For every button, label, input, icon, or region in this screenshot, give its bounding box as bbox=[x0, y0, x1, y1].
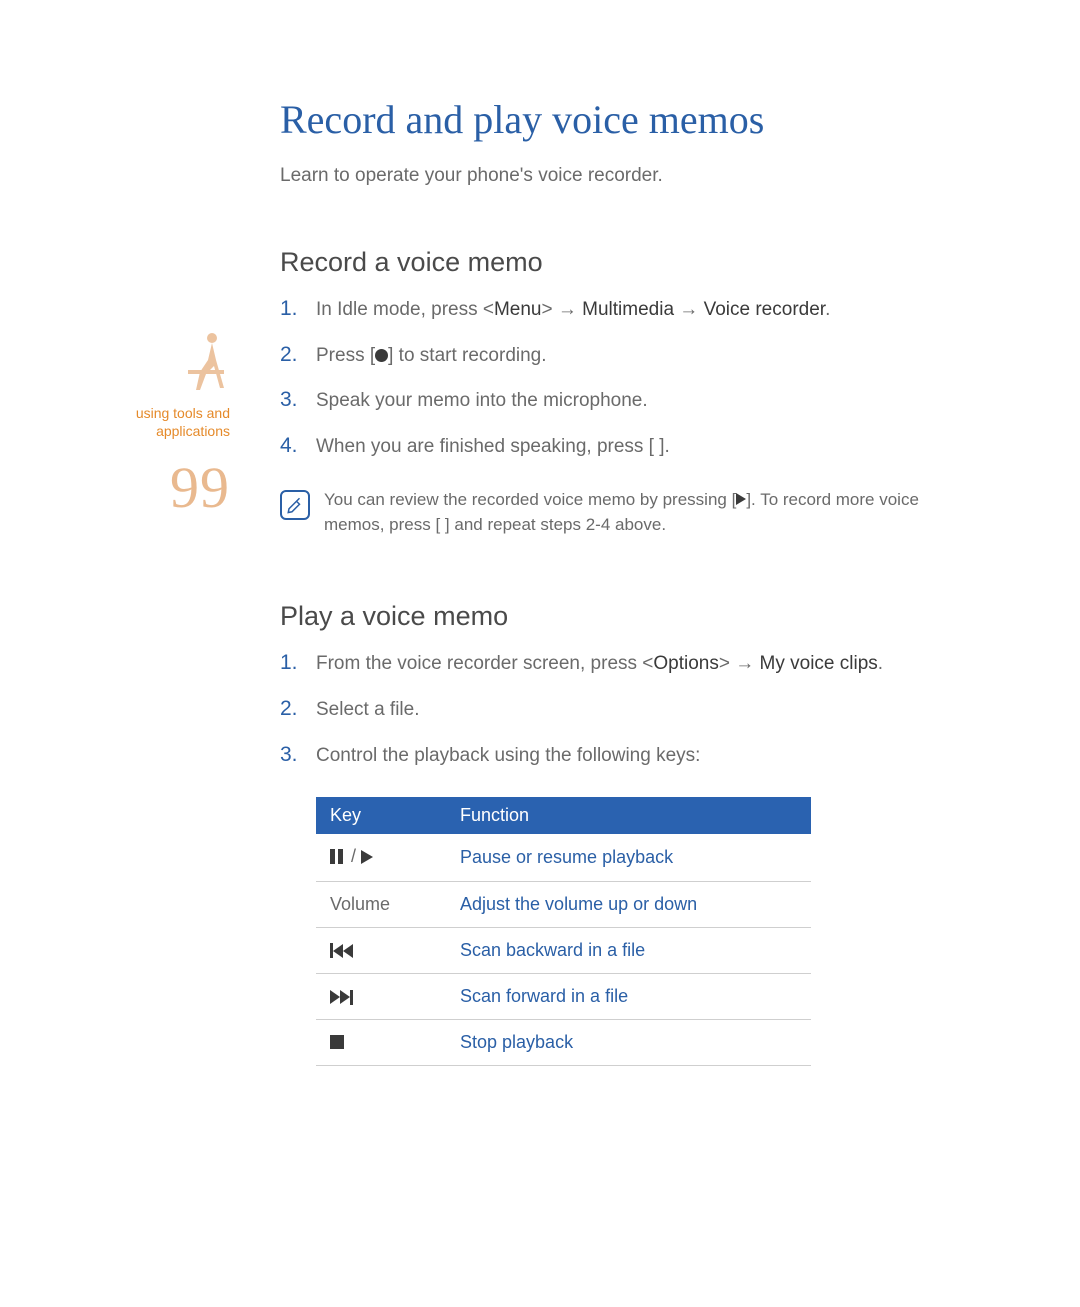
function-cell: Scan forward in a file bbox=[446, 974, 811, 1020]
play-steps: 1. From the voice recorder screen, press… bbox=[280, 650, 980, 769]
record-step-4: 4. When you are finished speaking, press… bbox=[280, 433, 980, 461]
page-title: Record and play voice memos bbox=[280, 96, 980, 143]
play-step-2: 2. Select a file. bbox=[280, 696, 980, 724]
options-key: Options bbox=[653, 653, 718, 674]
pause-icon bbox=[330, 848, 346, 869]
step-number: 2. bbox=[280, 340, 298, 370]
playback-keys-table: Key Function / Pause or resume playback … bbox=[316, 797, 811, 1066]
note-box: You can review the recorded voice memo b… bbox=[280, 488, 980, 537]
section-label-line2: applications bbox=[156, 423, 230, 439]
table-row: / Pause or resume playback bbox=[316, 834, 811, 882]
play-icon bbox=[361, 850, 373, 864]
intro-text: Learn to operate your phone's voice reco… bbox=[280, 165, 980, 187]
stop-icon bbox=[330, 1035, 344, 1049]
text: ] to start recording. bbox=[388, 345, 546, 366]
play-step-3: 3. Control the playback using the follow… bbox=[280, 742, 980, 770]
sitting-figure-icon bbox=[182, 330, 230, 394]
my-voice-clips-key: My voice clips bbox=[760, 653, 878, 674]
key-cell bbox=[316, 974, 446, 1020]
step-number: 3. bbox=[280, 740, 298, 770]
record-steps: 1. In Idle mode, press <Menu> → Multimed… bbox=[280, 296, 980, 460]
text: Select a file. bbox=[316, 699, 420, 720]
record-circle-icon bbox=[375, 349, 388, 362]
page-number: 99 bbox=[70, 454, 230, 521]
text: When you are finished speaking, press [ … bbox=[316, 436, 670, 457]
table-row: Stop playback bbox=[316, 1020, 811, 1066]
key-cell: / bbox=[316, 834, 446, 882]
step-number: 1. bbox=[280, 294, 298, 324]
text: In Idle mode, press < bbox=[316, 299, 494, 320]
record-step-2: 2. Press [ ] to start recording. bbox=[280, 342, 980, 370]
key-cell bbox=[316, 928, 446, 974]
multimedia-key: Multimedia bbox=[582, 299, 674, 320]
play-step-1: 1. From the voice recorder screen, press… bbox=[280, 650, 980, 678]
text: Control the playback using the following… bbox=[316, 745, 700, 766]
text: Speak your memo into the microphone. bbox=[316, 390, 648, 411]
table-row: Scan forward in a file bbox=[316, 974, 811, 1020]
step-number: 1. bbox=[280, 648, 298, 678]
text: . bbox=[825, 299, 830, 320]
main-content: Record and play voice memos Learn to ope… bbox=[280, 96, 980, 1066]
section-label-line1: using tools and bbox=[136, 405, 230, 421]
function-cell: Adjust the volume up or down bbox=[446, 882, 811, 928]
function-cell: Stop playback bbox=[446, 1020, 811, 1066]
text: Press [ bbox=[316, 345, 375, 366]
section-play-heading: Play a voice memo bbox=[280, 601, 980, 632]
menu-key: Menu bbox=[494, 299, 542, 320]
play-icon bbox=[736, 493, 746, 505]
step-number: 4. bbox=[280, 431, 298, 461]
text: From the voice recorder screen, press < bbox=[316, 653, 653, 674]
voice-recorder-key: Voice recorder bbox=[704, 299, 825, 320]
record-step-3: 3. Speak your memo into the microphone. bbox=[280, 387, 980, 415]
text: → bbox=[674, 299, 704, 320]
step-number: 2. bbox=[280, 694, 298, 724]
section-record-heading: Record a voice memo bbox=[280, 247, 980, 278]
text: You can review the recorded voice memo b… bbox=[324, 490, 736, 509]
table-row: Volume Adjust the volume up or down bbox=[316, 882, 811, 928]
note-text: You can review the recorded voice memo b… bbox=[324, 488, 980, 537]
function-cell: Scan backward in a file bbox=[446, 928, 811, 974]
function-cell: Pause or resume playback bbox=[446, 834, 811, 882]
section-label: using tools and applications bbox=[70, 404, 230, 440]
text: > → bbox=[719, 653, 760, 674]
next-icon bbox=[330, 990, 353, 1005]
text: ]. bbox=[746, 490, 755, 509]
record-step-1: 1. In Idle mode, press <Menu> → Multimed… bbox=[280, 296, 980, 324]
text: . bbox=[878, 653, 883, 674]
previous-icon bbox=[330, 943, 353, 958]
table-header-key: Key bbox=[316, 797, 446, 834]
note-icon bbox=[280, 490, 310, 520]
table-row: Scan backward in a file bbox=[316, 928, 811, 974]
step-number: 3. bbox=[280, 385, 298, 415]
sidebar: using tools and applications 99 bbox=[70, 330, 230, 521]
key-cell: Volume bbox=[316, 882, 446, 928]
table-header-function: Function bbox=[446, 797, 811, 834]
text: > → bbox=[542, 299, 583, 320]
key-cell bbox=[316, 1020, 446, 1066]
